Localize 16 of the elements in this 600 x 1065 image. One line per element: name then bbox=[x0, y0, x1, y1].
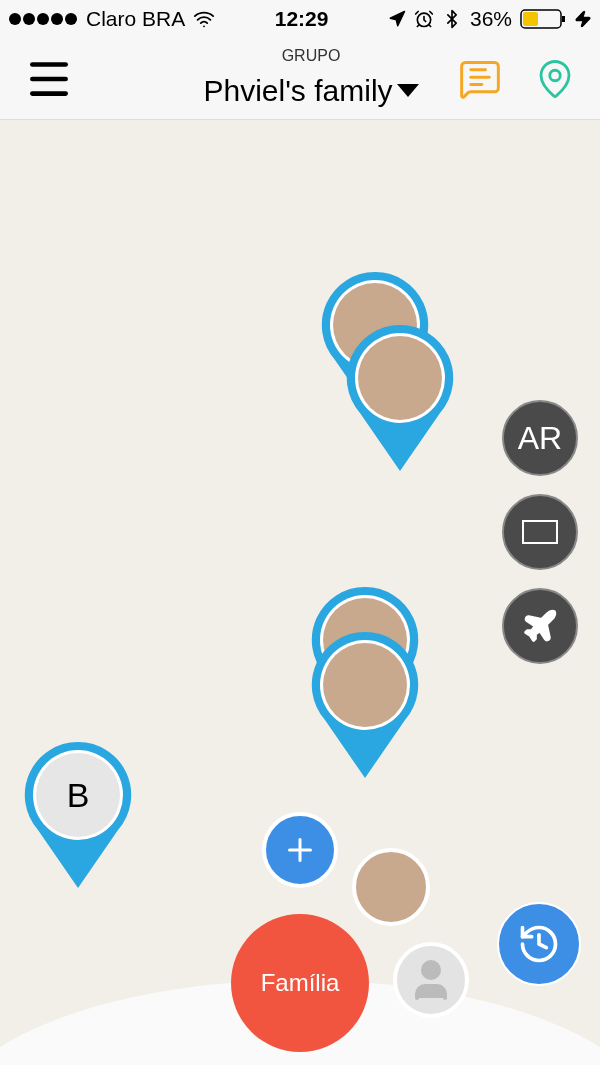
airplane-icon bbox=[521, 607, 559, 645]
caret-icon bbox=[396, 83, 419, 98]
battery-percentage: 36% bbox=[469, 6, 512, 33]
location-pins-drawing[interactable] bbox=[310, 585, 420, 780]
ar-button[interactable]: AR bbox=[502, 400, 578, 476]
signal-icon bbox=[8, 12, 78, 26]
avatar-initial: B bbox=[65, 775, 91, 815]
battery-icon bbox=[520, 9, 566, 29]
location-pins-drawing[interactable] bbox=[320, 270, 455, 473]
alarm-icon bbox=[413, 9, 434, 29]
carrier-name: Claro BRA bbox=[86, 6, 186, 33]
charging-icon bbox=[574, 10, 592, 28]
status-time: 12:29 bbox=[274, 6, 329, 33]
location-pin-icon[interactable] bbox=[23, 740, 133, 890]
location-arrow-icon bbox=[387, 10, 406, 28]
rectangle-icon bbox=[522, 520, 558, 544]
